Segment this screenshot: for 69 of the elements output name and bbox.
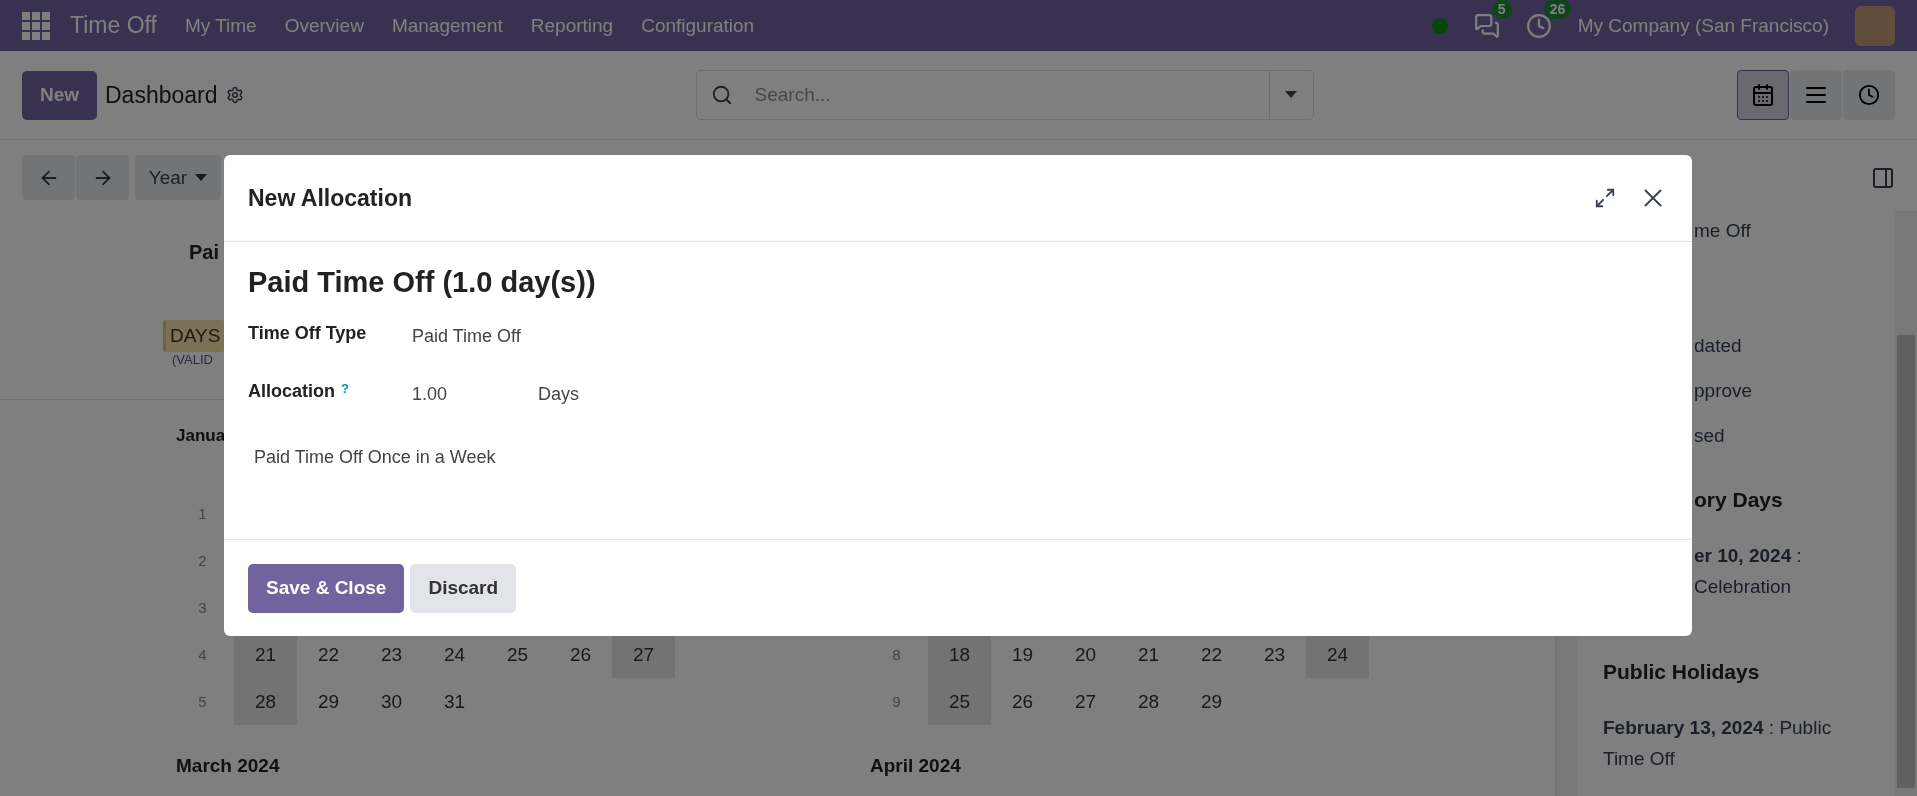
new-button[interactable]: New	[22, 70, 97, 120]
unit-label: Days	[538, 383, 579, 405]
calendar-day[interactable]: 28	[234, 678, 297, 725]
field-label: Time Off Type	[248, 323, 368, 344]
dialog-title: New Allocation	[248, 184, 412, 212]
discard-button[interactable]: Discard	[410, 563, 517, 613]
search-field[interactable]: Search...	[695, 70, 1314, 120]
expand-icon[interactable]	[1594, 187, 1616, 209]
app-name: Time Off	[70, 12, 157, 39]
apps-menu-icon[interactable]	[22, 11, 50, 40]
menu-item[interactable]: Configuration	[641, 14, 755, 37]
menu-item[interactable]: Management	[391, 14, 503, 37]
view-switch[interactable]	[1737, 70, 1789, 120]
field-value[interactable]: 1.00	[412, 381, 538, 405]
field-value[interactable]: Paid Time Off	[412, 323, 521, 347]
week-number: 5	[197, 692, 208, 712]
search-input[interactable]: Search...	[752, 83, 1269, 107]
month-title: April 2024	[870, 755, 962, 777]
search-icon	[710, 84, 733, 106]
legend-item: pprove	[1693, 379, 1754, 403]
clock-icon[interactable]	[1525, 12, 1552, 39]
days-badge: DAYS	[163, 320, 225, 352]
panel-toggle-icon[interactable]	[1871, 166, 1895, 190]
settings-icon[interactable]	[225, 86, 244, 104]
validity-note: (VALID	[172, 352, 213, 367]
description-text: Paid Time Off Once in a Week	[254, 447, 497, 468]
next-button[interactable]	[76, 155, 129, 200]
month-title: Janua	[176, 426, 226, 446]
menu-item[interactable]: My Time	[184, 14, 257, 37]
week-number: 8	[891, 645, 902, 665]
record-heading: Paid Time Off (1.0 day(s))	[248, 266, 597, 299]
menu-item[interactable]: Overview	[284, 14, 364, 37]
holiday-entry: February 13, 2024 : Public Time Off	[1603, 716, 1833, 771]
calendar-day[interactable]: 30	[360, 678, 423, 725]
message-count: 5	[1491, 0, 1512, 19]
calendar-day[interactable]: 29	[297, 678, 360, 725]
menu-item[interactable]: Reporting	[530, 14, 614, 37]
calendar-day[interactable]: 27	[1054, 678, 1117, 725]
company-switcher[interactable]: My Company (San Francisco)	[1577, 14, 1829, 37]
previous-button[interactable]	[22, 155, 75, 200]
calendar-icon	[1751, 83, 1775, 107]
caret-icon	[195, 173, 208, 182]
page-title: Dashboard	[105, 81, 218, 109]
calendar-day[interactable]: 25	[928, 678, 991, 725]
save-button[interactable]: Save & Close	[248, 563, 405, 613]
section-title: ory Days	[1693, 488, 1784, 512]
field-label: Allocation $^{?}$	[248, 381, 350, 402]
chat-icon[interactable]	[1473, 12, 1500, 39]
week-number: 9	[891, 692, 902, 712]
week-number: 4	[197, 645, 208, 665]
calendar-day[interactable]: 26	[991, 678, 1054, 725]
month-title: March 2024	[176, 755, 281, 777]
activity-count: 26	[1543, 0, 1572, 19]
week-number: 2	[197, 551, 208, 571]
week-number: 3	[197, 598, 208, 618]
clock-icon	[1858, 84, 1880, 106]
card-title: Pai	[189, 241, 220, 264]
calendar-day[interactable]: 31	[423, 678, 486, 725]
calendar-day[interactable]: 28	[1117, 678, 1180, 725]
calendar-day[interactable]: 29	[1180, 678, 1243, 725]
week-number: 1	[197, 504, 208, 524]
legend-item: sed	[1693, 424, 1726, 448]
section-title: Public Holidays	[1603, 660, 1761, 684]
caret-icon	[1285, 91, 1298, 99]
help-tooltip[interactable]: ?	[341, 381, 349, 402]
mandatory-day-entry: er 10, 2024 : Celebration	[1693, 544, 1803, 599]
legend-item: dated	[1693, 334, 1743, 358]
legend-item: me Off	[1693, 219, 1752, 243]
range-dropdown[interactable]: Year	[135, 155, 221, 200]
